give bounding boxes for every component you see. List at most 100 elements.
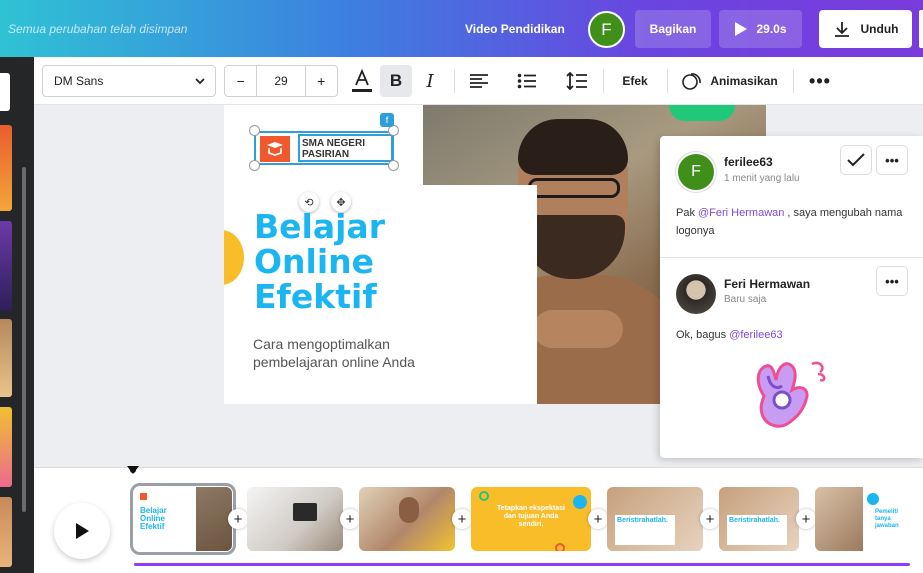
toolbar-divider	[793, 69, 794, 93]
scene-thumbnail-2[interactable]	[247, 487, 343, 551]
bold-button[interactable]: B	[380, 65, 412, 97]
scene-text: Tetapkan ekspektasi dan tujuan Anda send…	[497, 505, 565, 528]
font-size-input[interactable]: 29	[256, 66, 306, 96]
panel-thumbnail[interactable]	[0, 407, 12, 487]
comment-time: Baru saja	[724, 294, 767, 305]
text-toolbar: DM Sans − 29 + B I Efek Animasikan •••	[0, 57, 923, 105]
resolve-button[interactable]	[840, 145, 872, 175]
line-spacing-icon	[566, 72, 587, 90]
chevron-down-icon	[195, 78, 205, 85]
resize-handle[interactable]	[249, 160, 260, 171]
add-scene-button[interactable]: +	[340, 509, 360, 529]
playhead-marker[interactable]	[127, 466, 139, 476]
scene-thumbnail-1[interactable]: Belajar Online Efektif	[130, 483, 236, 555]
add-scene-button[interactable]: +	[452, 509, 472, 529]
add-scene-button[interactable]: +	[796, 509, 816, 529]
text-color-button[interactable]	[348, 65, 376, 97]
comment-author: Feri Hermawan	[724, 277, 811, 291]
green-semicircle-shape[interactable]	[669, 105, 735, 121]
comment-text: Pak @Feri Hermawan , saya mengubah nama …	[676, 204, 906, 240]
mention-link[interactable]: @ferilee63	[729, 329, 782, 341]
slide-subtitle[interactable]: Cara mengoptimalkan pembelajaran online …	[253, 335, 473, 371]
mention-link[interactable]: @Feri Hermawan	[698, 207, 784, 219]
comment-more-icon[interactable]: •••	[876, 145, 908, 175]
scene-thumbnail-5[interactable]: Beristirahatlah.	[607, 487, 703, 551]
headline-line: Online	[254, 242, 375, 281]
scene-monitor	[293, 503, 317, 521]
comments-panel: F ferilee63 1 menit yang lalu ••• Pak @F…	[660, 136, 923, 458]
timeline-play-button[interactable]	[54, 503, 110, 559]
add-scene-button[interactable]: +	[588, 509, 608, 529]
more-options-icon[interactable]: •••	[806, 65, 834, 97]
animate-button[interactable]: Animasikan	[680, 65, 780, 97]
scene-thumbnail-3[interactable]	[359, 487, 455, 551]
add-scene-button[interactable]: +	[228, 509, 248, 529]
comment-text-prefix: Pak	[676, 207, 699, 219]
photo-hands	[533, 310, 623, 348]
slide-headline[interactable]: Belajar Online Efektif	[254, 209, 454, 314]
text-color-icon	[352, 68, 372, 92]
comment-text-prefix: Ok, bagus	[676, 329, 730, 341]
panel-thumbnail[interactable]	[0, 221, 12, 311]
font-size-stepper: − 29 +	[224, 65, 338, 97]
preview-play-button[interactable]: 29.0s	[719, 10, 802, 48]
scene-text: Beristirahatlah.	[617, 517, 668, 524]
comment-author: ferilee63	[724, 155, 773, 169]
align-button[interactable]	[466, 65, 492, 97]
scene-thumbnail-7[interactable]: Pemeliti tanya jawaban	[815, 487, 911, 551]
panel-thumbnail[interactable]	[0, 497, 12, 567]
duration-label: 29.0s	[756, 22, 787, 36]
comment-avatar	[676, 274, 716, 314]
comment-divider	[660, 257, 923, 258]
align-left-icon	[470, 74, 488, 88]
timeline-progress-bar[interactable]	[134, 563, 910, 566]
headline-line: Efektif	[254, 277, 377, 316]
effects-button[interactable]: Efek	[615, 65, 655, 97]
share-button[interactable]: Bagikan	[635, 10, 711, 48]
side-panel	[0, 57, 34, 573]
scene-circle	[479, 491, 489, 501]
play-icon	[735, 22, 748, 36]
comment-more-icon[interactable]: •••	[876, 266, 908, 296]
scene-title: Belajar Online Efektif	[140, 506, 167, 531]
panel-scrollbar[interactable]	[22, 167, 26, 512]
photo-hair	[518, 119, 628, 175]
resize-handle[interactable]	[388, 160, 399, 171]
play-icon	[76, 523, 89, 539]
scene-thumbnail-6[interactable]: Beristirahatlah.	[719, 487, 799, 551]
user-avatar[interactable]: F	[588, 11, 625, 48]
scene-text: Beristirahatlah.	[729, 517, 780, 524]
font-family-select[interactable]: DM Sans	[42, 65, 216, 97]
logo-selection[interactable]: SMA NEGERI PASIRIAN	[254, 131, 394, 165]
panel-thumbnail[interactable]	[0, 125, 12, 211]
panel-thumbnail[interactable]	[0, 73, 10, 111]
top-bar: Semua perubahan telah disimpan Video Pen…	[0, 0, 923, 57]
spacing-button[interactable]	[563, 65, 591, 97]
logo-text[interactable]: SMA NEGERI PASIRIAN	[298, 134, 393, 162]
scene-circle	[555, 543, 565, 551]
scene-thumbnail-4[interactable]: Tetapkan ekspektasi dan tujuan Anda send…	[471, 487, 591, 551]
scene-person	[399, 497, 419, 523]
bullet-list-icon	[517, 73, 536, 89]
comment-avatar: F	[676, 152, 716, 192]
add-scene-button[interactable]: +	[700, 509, 720, 529]
font-size-decrease-button[interactable]: −	[225, 66, 256, 96]
resize-handle[interactable]	[249, 125, 260, 136]
collaborator-badge[interactable]: f	[380, 113, 394, 127]
scene-circle	[573, 495, 587, 509]
document-title[interactable]: Video Pendidikan	[465, 22, 565, 36]
animate-label: Animasikan	[710, 74, 778, 88]
comment-text: Ok, bagus @ferilee63	[676, 326, 906, 344]
animate-icon	[682, 73, 702, 90]
font-size-increase-button[interactable]: +	[306, 66, 337, 96]
panel-thumbnail[interactable]	[0, 319, 12, 397]
more-button-edge[interactable]	[919, 10, 923, 48]
scene-photo	[815, 487, 863, 551]
ok-hand-sticker	[756, 361, 826, 428]
scene-circle	[867, 493, 879, 505]
headline-line: Belajar	[254, 207, 385, 246]
download-button[interactable]: Unduh	[819, 10, 912, 48]
italic-button[interactable]: I	[418, 65, 442, 97]
book-icon	[260, 136, 290, 162]
list-button[interactable]	[514, 65, 540, 97]
